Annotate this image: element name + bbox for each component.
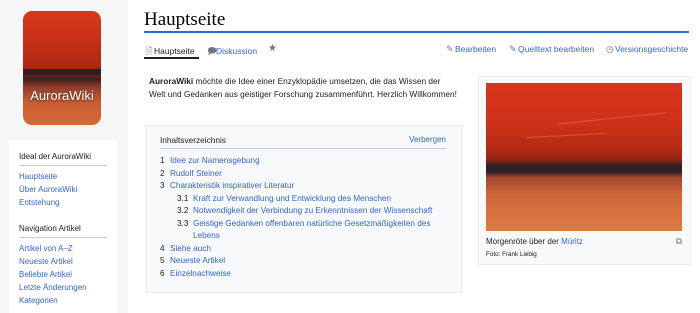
toc-item[interactable]: 3 Charakteristik inspirativer Literatur <box>160 180 455 193</box>
toc-list: 1 Idee zur Namensgebung 2 Rudolf Steiner 3 Ch… <box>160 155 455 280</box>
toc-item-number: 5 <box>160 256 165 265</box>
toc-item-number: 2 <box>160 168 165 178</box>
speech-bubble-icon: 🗩 <box>207 46 217 56</box>
sidebar-item-neueste[interactable]: Neueste Artikel <box>19 255 117 268</box>
toc-item-number: 6 <box>160 268 165 278</box>
intro-bold: AuroraWiki <box>149 76 194 86</box>
tab-history-label: Versionsgeschichte <box>615 44 689 54</box>
logo-text: AuroraWiki <box>30 88 94 103</box>
intro-paragraph: AuroraWiki möchte die Idee einer Enzyklo… <box>149 75 459 101</box>
logo-horizon <box>23 69 101 75</box>
sidebar-item-hauptseite[interactable]: Hauptseite <box>19 170 117 183</box>
toc-item-label: Kraft zur Verwandlung und Entwicklung de… <box>193 193 391 203</box>
toc-header: Inhaltsverzeichnis Verbergen <box>160 135 446 149</box>
toc-toggle-link[interactable]: Verbergen <box>409 135 446 144</box>
thumbnail-credit: Foto: Frank Liebig <box>486 251 537 258</box>
toc-item-number: 3.3 <box>177 218 189 228</box>
toc-item-label: Geistige Gedanken offenbaren natürliche … <box>193 218 431 241</box>
image-thumbnail: Morgenröte über der Müritz ⧉ Foto: Frank… <box>478 76 691 265</box>
caption-text: Morgenröte über der <box>486 237 562 246</box>
sidebar-item-ueber[interactable]: Über AuroraWiki <box>19 183 117 196</box>
clock-icon: ◷ <box>606 44 614 54</box>
image-cloud-streak <box>526 132 606 139</box>
toc-item[interactable]: 1 Idee zur Namensgebung <box>160 155 455 168</box>
tab-discussion-label: Diskussion <box>216 46 258 56</box>
star-icon[interactable]: ★ <box>268 43 277 54</box>
toc-item[interactable]: 3.1 Kraft zur Verwandlung und Entwicklung… <box>160 193 455 206</box>
portlet-heading: Navigation Artikel <box>19 224 107 238</box>
toc-item-label: Notwendigkeit der Verbindung zu Erkenntn… <box>193 206 433 215</box>
toc-item[interactable]: 5 Neueste Artikel <box>160 255 455 268</box>
toc-item[interactable]: 2 Rudolf Steiner <box>160 168 455 181</box>
enlarge-icon[interactable]: ⧉ <box>676 236 682 247</box>
intro-text: möchte die Idee einer Enzyklopädie umset… <box>149 76 457 99</box>
toc-item[interactable]: 3.2 Notwendigkeit der Verbindung zu Erken… <box>160 205 455 218</box>
tab-edit[interactable]: ✎Bearbeiten <box>446 44 496 55</box>
toc-item-number: 3.2 <box>177 206 189 215</box>
image-cloud-streak <box>556 112 666 125</box>
toc-item-number: 4 <box>160 243 165 253</box>
toc-item-label: Idee zur Namensgebung <box>170 156 260 165</box>
toc-item-label: Charakteristik inspirativer Literatur <box>170 181 295 190</box>
toc-item[interactable]: 4 Siehe auch <box>160 243 455 256</box>
sidebar-portlet-navigation: Navigation Artikel Artikel von A–Z Neues… <box>9 213 117 313</box>
toc-item[interactable]: 3.3 Geistige Gedanken offenbaren natürlic… <box>160 218 455 243</box>
tab-edit-label: Bearbeiten <box>455 44 497 54</box>
portlet-heading: Ideal der AuroraWiki <box>19 152 107 166</box>
title-divider <box>144 31 689 33</box>
toc-item-number: 3 <box>160 181 165 190</box>
toc-item[interactable]: 6 Einzelnachweise <box>160 268 455 281</box>
pencil-icon: ✎ <box>446 44 454 54</box>
thumbnail-image[interactable] <box>486 83 682 231</box>
tab-edit-source[interactable]: ✎Quelltext bearbeiten <box>509 44 594 55</box>
sidebar-item-kategorien[interactable]: Kategorien <box>19 294 117 307</box>
toc-title: Inhaltsverzeichnis <box>160 135 226 145</box>
active-tab-indicator <box>144 57 199 59</box>
sidebar-item-a-z[interactable]: Artikel von A–Z <box>19 242 117 255</box>
toc-item-label: Siehe auch <box>170 243 211 253</box>
tab-discussion[interactable]: 🗩Diskussion <box>207 44 257 60</box>
table-of-contents: Inhaltsverzeichnis Verbergen 1 Idee zur N… <box>146 125 462 293</box>
tab-edit-source-label: Quelltext bearbeiten <box>518 44 595 54</box>
toc-item-label: Rudolf Steiner <box>170 168 222 178</box>
tab-article-label: Hauptseite <box>154 46 195 56</box>
source-pencil-icon: ✎ <box>509 44 517 54</box>
toc-item-label: Einzelnachweise <box>170 268 231 278</box>
sidebar-item-letzte-aenderungen[interactable]: Letzte Änderungen <box>19 281 117 294</box>
toc-item-number: 1 <box>160 156 165 165</box>
sidebar-item-entstehung[interactable]: Entstehung <box>19 196 117 209</box>
sidebar-portlet-ideal: Ideal der AuroraWiki Hauptseite Über Aur… <box>9 141 117 216</box>
sidebar-item-beliebte[interactable]: Beliebte Artikel <box>19 268 117 281</box>
site-logo[interactable]: AuroraWiki <box>23 11 101 125</box>
toc-item-number: 3.1 <box>177 193 189 203</box>
tab-history[interactable]: ◷Versionsgeschichte <box>606 44 688 55</box>
toc-item-label: Neueste Artikel <box>170 256 226 265</box>
thumbnail-caption: Morgenröte über der Müritz <box>486 237 583 246</box>
page-title: Hauptseite <box>144 9 226 30</box>
caption-link-mueritz[interactable]: Müritz <box>561 237 583 246</box>
